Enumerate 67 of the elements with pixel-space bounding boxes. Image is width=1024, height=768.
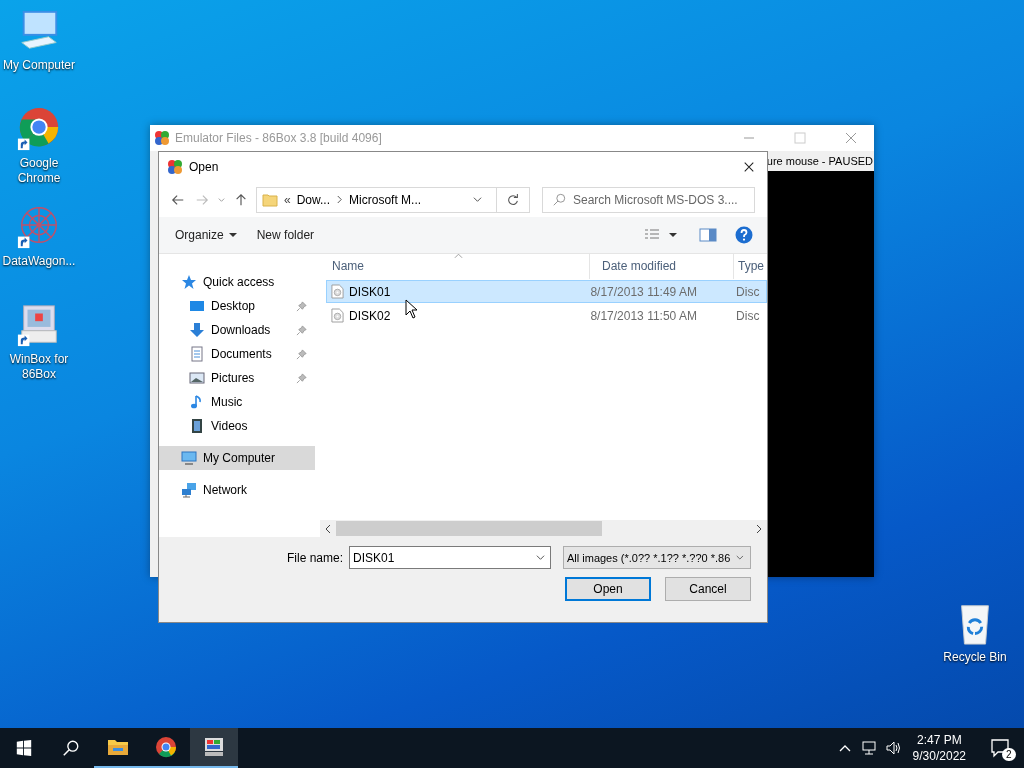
pin-icon[interactable] (296, 324, 307, 336)
column-header[interactable]: Date modified (590, 254, 734, 279)
computer-icon (181, 450, 197, 466)
notification-count: 2 (1002, 748, 1016, 761)
organize-button[interactable]: Organize (169, 224, 243, 246)
chevron-icon[interactable] (336, 195, 344, 204)
navigation-item[interactable]: Quick access (159, 270, 315, 294)
file-name: DISK01 (349, 284, 391, 299)
star-icon (181, 274, 197, 290)
caret-icon[interactable] (669, 232, 677, 238)
notification-icon[interactable] (990, 738, 1010, 758)
navigation-item[interactable]: My Computer (159, 446, 315, 470)
file-row[interactable]: DISK02 8/17/2013 11:50 AM Disc (326, 304, 767, 327)
navigation-item[interactable]: Music (159, 390, 315, 414)
pin-icon[interactable] (296, 348, 307, 360)
app-icon (154, 130, 170, 146)
dialog-title: Open (189, 160, 219, 174)
documents-icon (189, 346, 205, 362)
preview-pane-icon[interactable] (699, 227, 717, 243)
pin-icon[interactable] (296, 300, 307, 312)
desktop-icon-label[interactable]: Recycle Bin (930, 650, 1020, 665)
file-name: DISK02 (349, 308, 391, 323)
app-icon (167, 159, 183, 175)
horizontal-scrollbar[interactable] (320, 520, 767, 537)
file-row[interactable]: DISK01 8/17/2013 11:49 AM Disc (326, 280, 767, 303)
address-bar[interactable]: « Dow... Microsoft M... (256, 186, 530, 213)
file-date: 8/17/2013 11:49 AM (589, 284, 698, 299)
field-label: File name: (286, 550, 343, 565)
file-type: Disc (735, 308, 761, 323)
breadcrumb-overflow[interactable]: « (284, 192, 291, 207)
file-date: 8/17/2013 11:50 AM (589, 308, 698, 323)
network-icon (181, 482, 197, 498)
downloads-icon (189, 322, 205, 338)
cancel-button[interactable]: Cancel (665, 577, 751, 601)
help-icon[interactable] (735, 226, 753, 244)
search-icon (552, 192, 566, 207)
navigation-item[interactable]: Desktop (159, 294, 315, 318)
navigation-item[interactable]: Pictures (159, 366, 315, 390)
file-name-field[interactable]: DISK01 (349, 546, 551, 569)
mouse-pointer-icon (405, 299, 417, 319)
column-header[interactable]: Type (734, 254, 764, 279)
navigation-item[interactable]: Videos (159, 414, 315, 438)
desktop-icon-label[interactable]: WinBox for 86Box (0, 352, 78, 382)
caret-icon[interactable] (228, 232, 237, 238)
window-title: Emulator Files - 86Box 3.8 [build 4096] (175, 131, 382, 145)
disc-image-icon (331, 308, 344, 323)
desktop-icon (189, 298, 205, 314)
column-header[interactable]: Name (320, 254, 590, 279)
pictures-icon (189, 370, 205, 386)
new-folder-button[interactable]: New folder (250, 224, 321, 246)
clock-time[interactable]: 2:47 PM (916, 732, 962, 748)
open-button[interactable]: Open (565, 577, 651, 601)
file-type: Disc (735, 284, 761, 299)
scrollbar-thumb[interactable] (336, 521, 602, 536)
navigation-item[interactable]: Network (159, 478, 315, 502)
videos-icon (189, 418, 205, 434)
folder-icon (262, 191, 278, 208)
navigation-item[interactable]: Documents (159, 342, 315, 366)
disc-image-icon (331, 284, 344, 299)
clock-date[interactable]: 9/30/2022 (912, 748, 966, 764)
navigation-item[interactable]: Downloads (159, 318, 315, 342)
emulator-icon[interactable] (190, 728, 238, 768)
breadcrumb-segment[interactable]: Dow... (296, 192, 331, 207)
search-field[interactable]: Search Microsoft MS-DOS 3.... (542, 186, 755, 213)
breadcrumb-segment[interactable]: Microsoft M... (349, 192, 422, 207)
pin-icon[interactable] (296, 372, 307, 384)
file-type-dropdown[interactable]: All images (*.0?? *.1?? *.??0 *.86 (563, 546, 751, 569)
